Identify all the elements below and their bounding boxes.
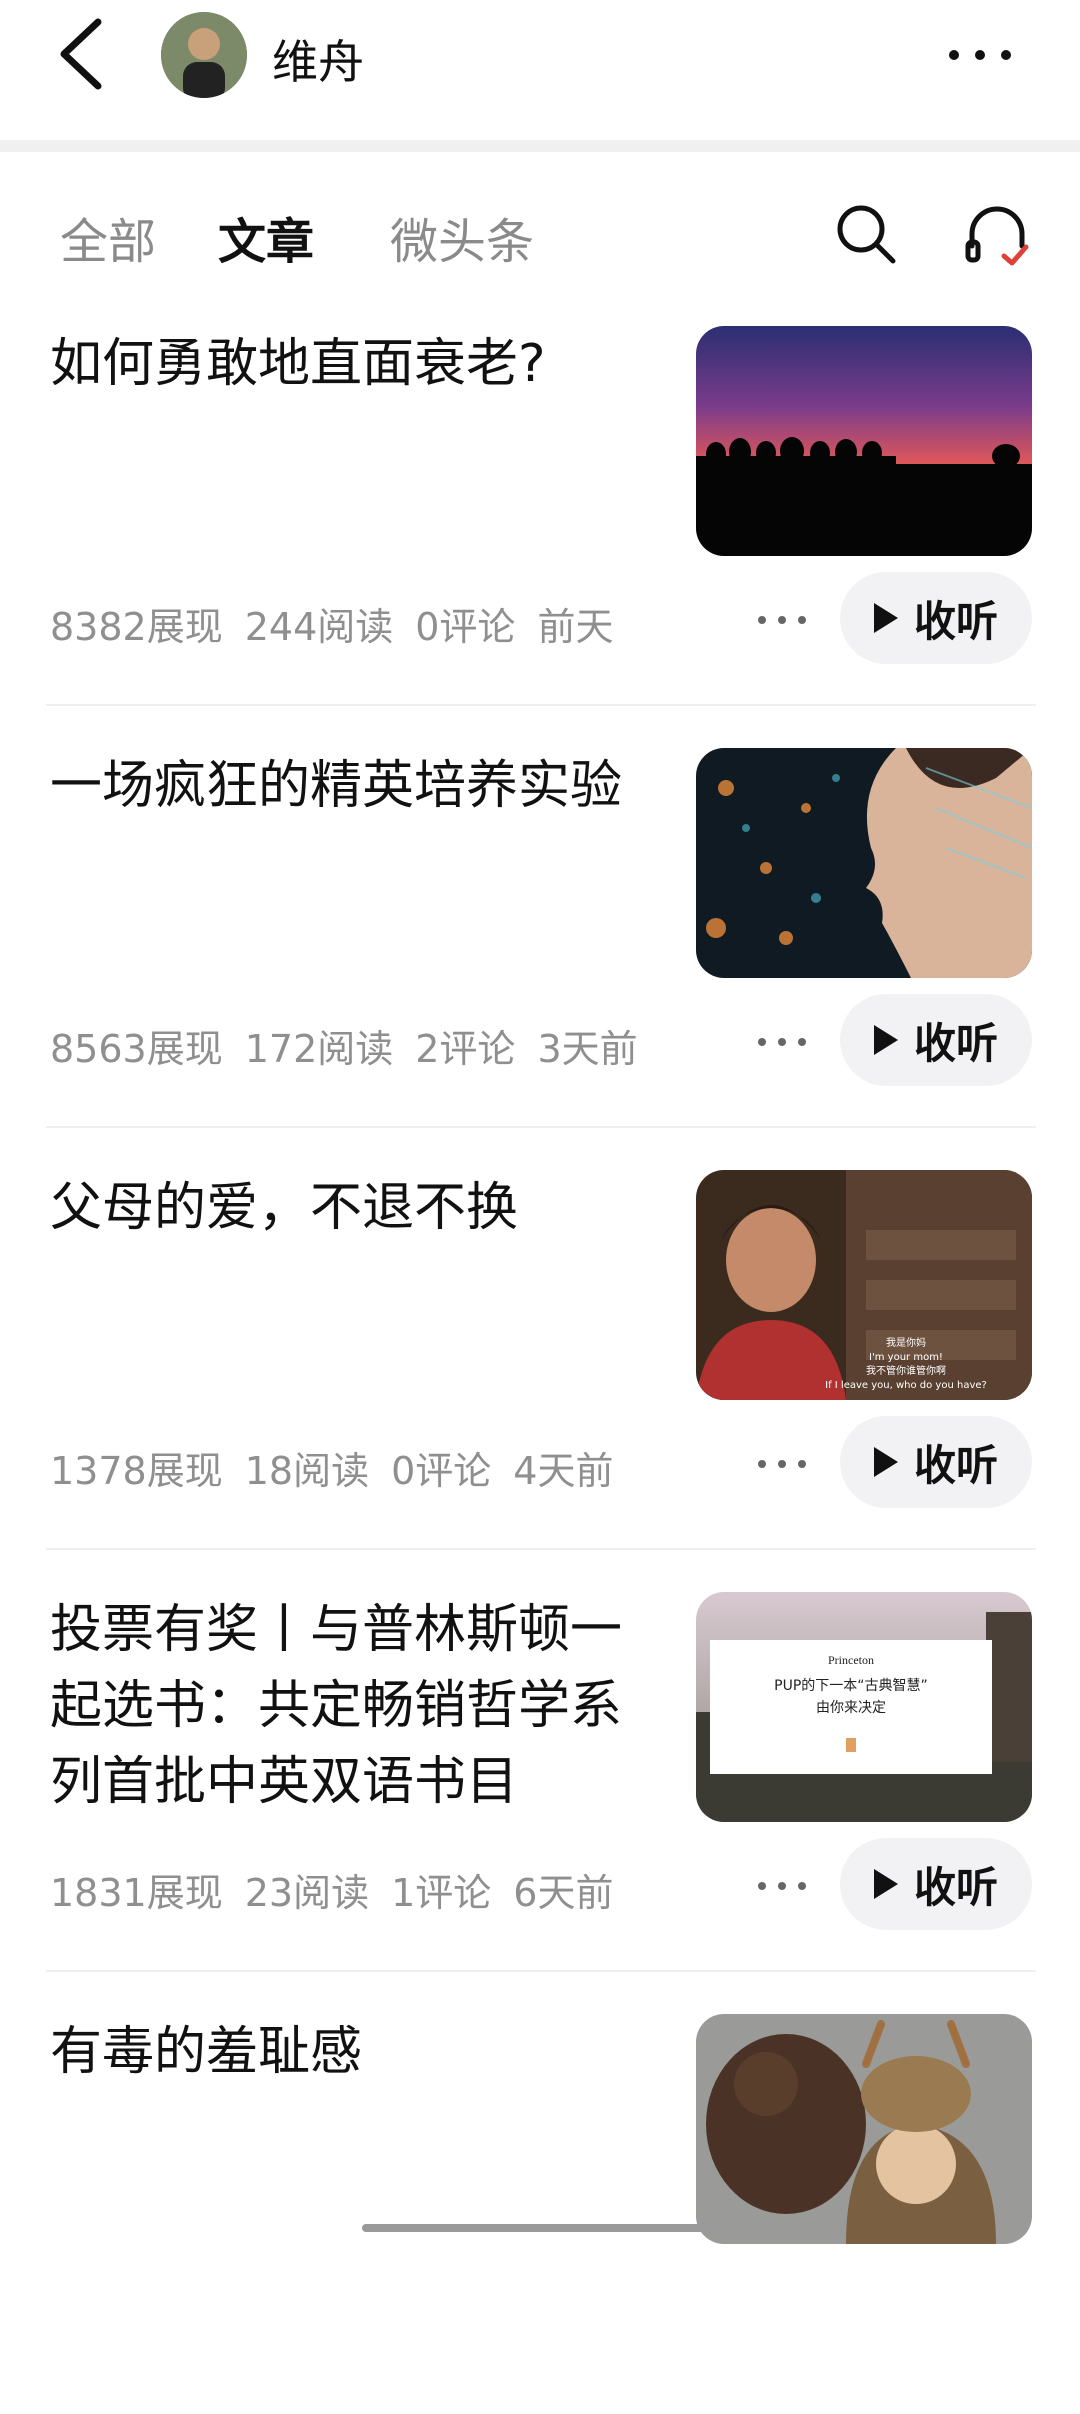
article-stats: 1378展现 18阅读 0评论 4天前 [50, 1440, 635, 1495]
article-title[interactable]: 投票有奖丨与普林斯顿一起选书：共定畅销哲学系列首批中英双语书目 [50, 1592, 660, 1820]
listen-label: 收听 [913, 1440, 998, 1490]
play-icon [873, 1025, 898, 1055]
card-brand: Princeton [828, 1653, 874, 1667]
publish-time: 6天前 [513, 1871, 614, 1915]
tab-micro-posts[interactable]: 微头条 [390, 202, 534, 272]
search-icon[interactable] [834, 202, 898, 266]
card-line: 由你来决定 [816, 1700, 886, 1716]
view-count: 8563展现 [50, 1027, 223, 1071]
top-bar: 维舟 [0, 0, 1080, 140]
article-title[interactable]: 父母的爱，不退不换 [50, 1170, 660, 1246]
read-count: 18阅读 [244, 1449, 370, 1493]
listen-button[interactable]: 收听 [840, 994, 1032, 1086]
article-item[interactable]: 如何勇敢地直面衰老? 8382展现 244阅读 0评论 前天 收听 [0, 306, 1080, 726]
article-thumbnail[interactable] [696, 748, 1032, 978]
more-options-icon[interactable] [756, 1036, 808, 1048]
listen-button[interactable]: 收听 [840, 1416, 1032, 1508]
comment-count: 1评论 [391, 1871, 492, 1915]
publish-time: 3天前 [537, 1027, 638, 1071]
more-icon[interactable] [945, 46, 1015, 64]
subtitle-line: 我不管你谁管你啊 [866, 1364, 946, 1377]
article-thumbnail[interactable] [696, 326, 1032, 556]
item-divider [46, 1970, 1036, 1972]
view-count: 1831展现 [50, 1871, 223, 1915]
back-arrow-icon[interactable] [58, 18, 108, 90]
play-icon [873, 603, 898, 633]
article-title[interactable]: 有毒的羞耻感 [50, 2014, 660, 2090]
article-item[interactable]: 父母的爱，不退不换 我是你妈 I'm your mom! 我不管你谁管你啊 If… [0, 1150, 1080, 1570]
comment-count: 0评论 [391, 1449, 492, 1493]
more-options-icon[interactable] [756, 1458, 808, 1470]
listen-label: 收听 [913, 596, 998, 646]
play-icon [873, 1447, 898, 1477]
article-title[interactable]: 一场疯狂的精英培养实验 [50, 748, 660, 824]
article-stats: 1831展现 23阅读 1评论 6天前 [50, 1862, 635, 1917]
author-name[interactable]: 维舟 [272, 26, 364, 92]
header-divider [0, 140, 1080, 152]
publish-time: 4天前 [513, 1449, 614, 1493]
view-count: 1378展现 [50, 1449, 223, 1493]
headphones-icon[interactable] [962, 200, 1032, 270]
article-item[interactable]: 一场疯狂的精英培养实验 8563展现 172阅读 2评论 3天前 收听 [0, 728, 1080, 1148]
avatar[interactable] [161, 12, 247, 98]
item-divider [46, 1548, 1036, 1550]
publish-time: 前天 [537, 605, 614, 649]
subtitle-line: 我是你妈 [886, 1336, 926, 1349]
subtitle-line: If I leave you, who do you have? [825, 1380, 987, 1391]
tab-all[interactable]: 全部 [60, 202, 156, 272]
article-item[interactable]: 投票有奖丨与普林斯顿一起选书：共定畅销哲学系列首批中英双语书目 Princeto… [0, 1572, 1080, 1992]
more-options-icon[interactable] [756, 1880, 808, 1892]
play-icon [873, 1869, 898, 1899]
read-count: 172阅读 [244, 1027, 394, 1071]
tab-articles[interactable]: 文章 [218, 202, 314, 272]
subtitle-line: I'm your mom! [869, 1352, 943, 1363]
article-stats: 8382展现 244阅读 0评论 前天 [50, 596, 635, 651]
read-count: 244阅读 [244, 605, 394, 649]
read-count: 23阅读 [244, 1871, 370, 1915]
article-stats: 8563展现 172阅读 2评论 3天前 [50, 1018, 660, 1073]
article-thumbnail[interactable] [696, 2014, 1032, 2244]
card-line: PUP的下一本“古典智慧” [774, 1678, 928, 1694]
article-item[interactable]: 有毒的羞耻感 [0, 1994, 1080, 2414]
listen-button[interactable]: 收听 [840, 572, 1032, 664]
article-title[interactable]: 如何勇敢地直面衰老? [50, 326, 660, 402]
content-tabs: 全部 文章 微头条 [0, 152, 1080, 312]
item-divider [46, 1126, 1036, 1128]
article-thumbnail[interactable]: 我是你妈 I'm your mom! 我不管你谁管你啊 If I leave y… [696, 1170, 1032, 1400]
item-divider [46, 704, 1036, 706]
home-indicator[interactable] [362, 2224, 718, 2232]
article-thumbnail[interactable]: Princeton PUP的下一本“古典智慧” 由你来决定 [696, 1592, 1032, 1822]
listen-label: 收听 [913, 1862, 998, 1912]
comment-count: 2评论 [415, 1027, 516, 1071]
listen-button[interactable]: 收听 [840, 1838, 1032, 1930]
comment-count: 0评论 [415, 605, 516, 649]
listen-label: 收听 [913, 1018, 998, 1068]
view-count: 8382展现 [50, 605, 223, 649]
more-options-icon[interactable] [756, 614, 808, 626]
